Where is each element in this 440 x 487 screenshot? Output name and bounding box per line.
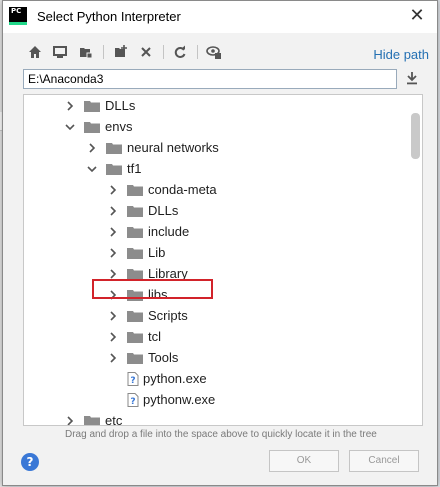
highlight-box	[92, 279, 213, 299]
tree-folder-item[interactable]: Lib	[107, 242, 165, 263]
path-row	[23, 69, 423, 91]
download-icon[interactable]	[405, 71, 421, 87]
tree-item-label: etc	[105, 413, 123, 426]
tree-item-label: python.exe	[143, 371, 207, 386]
close-icon[interactable]: ✕	[407, 5, 427, 26]
folder-icon	[127, 226, 143, 238]
cancel-button[interactable]: Cancel	[349, 450, 419, 472]
show-hidden-icon[interactable]	[205, 43, 223, 61]
folder-icon	[127, 268, 143, 280]
select-interpreter-dialog: PC Select Python Interpreter ✕ Hide path	[2, 0, 438, 486]
folder-icon	[84, 100, 100, 112]
tree-file-item[interactable]: ? pythonw.exe	[107, 389, 215, 410]
unknown-file-icon: ?	[127, 371, 139, 386]
delete-icon[interactable]	[137, 43, 155, 61]
chevron-right-icon[interactable]	[64, 100, 76, 112]
folder-icon	[127, 205, 143, 217]
chevron-right-icon[interactable]	[64, 415, 76, 425]
svg-text:?: ?	[130, 376, 135, 386]
help-icon[interactable]: ?	[21, 453, 39, 471]
tree-folder-item[interactable]: tcl	[107, 326, 161, 347]
tree-item-label: include	[148, 224, 190, 239]
chevron-right-icon[interactable]	[107, 184, 119, 196]
tree-folder-item[interactable]: DLLs	[64, 95, 135, 116]
svg-text:?: ?	[130, 397, 135, 407]
chevron-right-icon[interactable]	[107, 310, 119, 322]
tree-folder-item[interactable]: include	[107, 221, 189, 242]
new-folder-icon[interactable]	[112, 43, 130, 61]
pycharm-app-icon: PC	[9, 7, 27, 25]
chevron-right-icon[interactable]	[107, 205, 119, 217]
tree-item-label: tf1	[127, 161, 142, 176]
project-icon[interactable]	[77, 43, 95, 61]
tree-item-label: DLLs	[105, 98, 136, 113]
tree-item-label: pythonw.exe	[143, 392, 216, 407]
toolbar-separator	[103, 45, 104, 59]
refresh-icon[interactable]	[171, 43, 189, 61]
folder-icon	[127, 310, 143, 322]
toolbar-separator	[163, 45, 164, 59]
folder-icon	[106, 163, 122, 175]
toolbar-separator	[197, 45, 198, 59]
tree-folder-item[interactable]: Scripts	[107, 305, 188, 326]
tree-file-item[interactable]: ? python.exe	[107, 368, 207, 389]
desktop-icon[interactable]	[51, 43, 69, 61]
chevron-right-icon[interactable]	[107, 268, 119, 280]
tree-item-label: neural networks	[127, 140, 219, 155]
chevron-right-icon[interactable]	[86, 142, 98, 154]
file-chooser-toolbar: Hide path	[3, 37, 437, 67]
tree-item-label: Scripts	[148, 308, 188, 323]
tree-folder-item[interactable]: neural networks	[86, 137, 219, 158]
tree-folder-item[interactable]: tf1	[86, 158, 141, 179]
folder-icon	[84, 415, 100, 425]
tree-folder-item[interactable]: etc	[64, 410, 123, 426]
tree-item-label: tcl	[148, 329, 161, 344]
tree-folder-item[interactable]: Tools	[107, 347, 178, 368]
tree-scrollbar[interactable]	[411, 113, 420, 159]
chevron-right-icon[interactable]	[107, 331, 119, 343]
tree-item-label: DLLs	[148, 203, 179, 218]
tree-item-label: conda-meta	[148, 182, 217, 197]
tree-folder-item[interactable]: DLLs	[107, 200, 178, 221]
title-bar: PC Select Python Interpreter ✕	[3, 1, 437, 33]
home-icon[interactable]	[26, 43, 44, 61]
tree-folder-item[interactable]: conda-meta	[107, 179, 217, 200]
folder-icon	[106, 142, 122, 154]
chevron-down-icon[interactable]	[86, 163, 98, 175]
folder-icon	[127, 184, 143, 196]
hide-path-link[interactable]: Hide path	[373, 47, 429, 62]
tree-folder-item[interactable]: envs	[64, 116, 132, 137]
file-tree[interactable]: DLLs envs neural networks tf1 conda-meta DLLs…	[23, 94, 423, 426]
drag-drop-hint: Drag and drop a file into the space abov…	[65, 429, 377, 440]
chevron-down-icon[interactable]	[64, 121, 76, 133]
window-title: Select Python Interpreter	[37, 9, 181, 24]
folder-icon	[127, 331, 143, 343]
chevron-right-icon[interactable]	[107, 352, 119, 364]
chevron-right-icon[interactable]	[107, 226, 119, 238]
unknown-file-icon: ?	[127, 392, 139, 407]
folder-icon	[84, 121, 100, 133]
tree-item-label: Lib	[148, 245, 166, 260]
folder-icon	[127, 247, 143, 259]
path-input[interactable]	[23, 69, 397, 89]
ok-button[interactable]: OK	[269, 450, 339, 472]
tree-item-label: Tools	[148, 350, 179, 365]
tree-item-label: envs	[105, 119, 133, 134]
chevron-right-icon[interactable]	[107, 247, 119, 259]
app-icon-text: PC	[11, 7, 22, 15]
folder-icon	[127, 352, 143, 364]
